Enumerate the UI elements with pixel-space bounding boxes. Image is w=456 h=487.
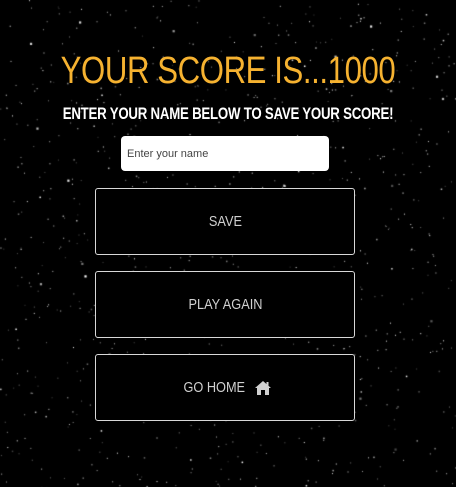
play-again-button-label: PLAY AGAIN [188,296,262,313]
save-score-prompt: ENTER YOUR NAME BELOW TO SAVE YOUR SCORE… [62,104,394,123]
score-screen: YOUR SCORE IS...1000 ENTER YOUR NAME BEL… [0,0,456,487]
save-button-label: SAVE [208,213,242,230]
go-home-button[interactable]: GO HOME [95,354,355,421]
go-home-button-label: GO HOME [183,379,245,396]
score-title: YOUR SCORE IS...1000 [60,50,396,92]
play-again-button[interactable]: PLAY AGAIN [95,271,355,338]
save-button[interactable]: SAVE [95,188,355,255]
home-icon [255,380,272,395]
name-input[interactable] [121,136,329,171]
